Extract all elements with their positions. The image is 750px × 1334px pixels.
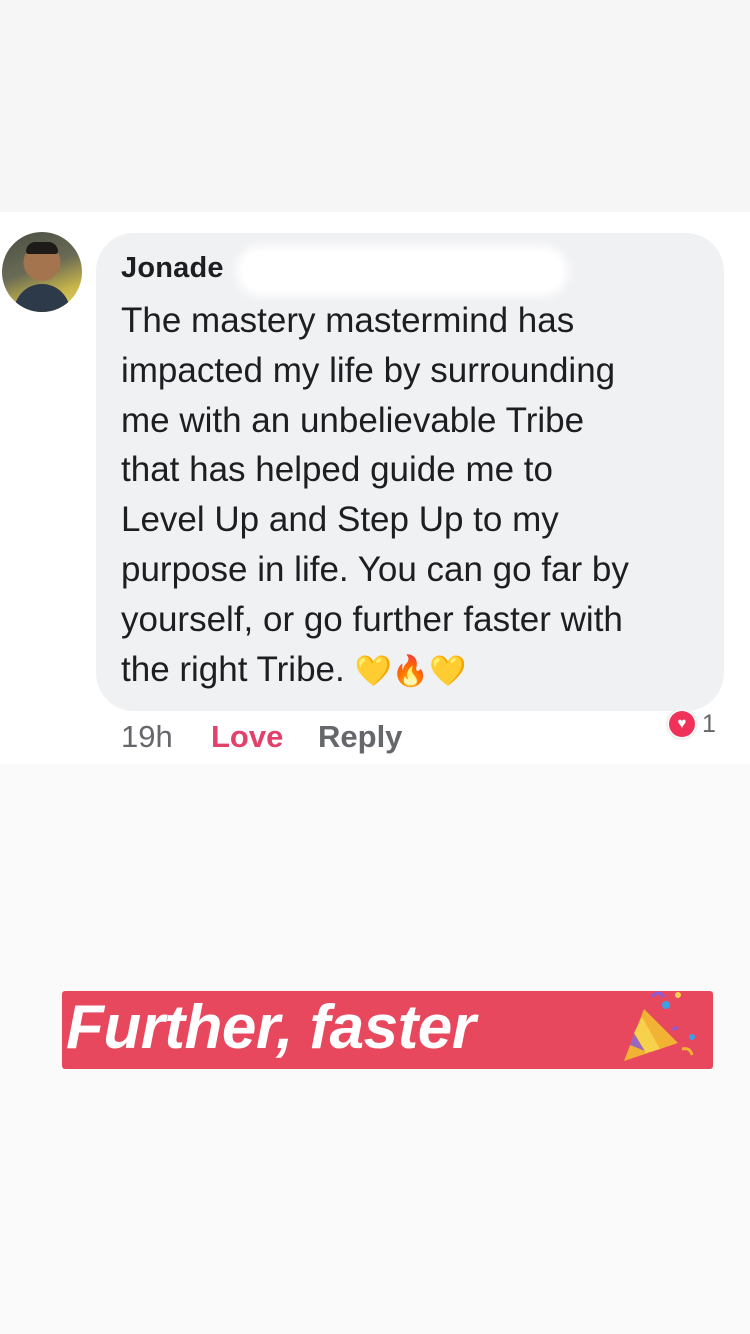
top-background: [0, 0, 750, 212]
party-popper-icon: [624, 991, 695, 1061]
reaction-count: 1: [702, 709, 716, 738]
comment-line: Level Up and Step Up to my: [121, 500, 559, 540]
avatar-hair: [26, 242, 58, 254]
comment-line: purpose in life. You can go far by: [121, 549, 629, 589]
reply-button[interactable]: Reply: [318, 719, 402, 755]
avatar[interactable]: [2, 232, 82, 312]
comment-line: that has helped guide me to: [121, 450, 553, 490]
heart-glyph: ♥: [669, 711, 695, 737]
yellow-heart-icon: 💛: [354, 653, 392, 689]
comment-line: yourself, or go further faster with: [121, 599, 623, 639]
reaction-summary[interactable]: ♥ 1: [666, 706, 716, 742]
fire-icon: 🔥: [391, 653, 430, 689]
heart-reaction-icon: ♥: [666, 708, 698, 740]
comment-last-line-text: the right Tribe.: [121, 649, 345, 689]
redaction-mark: [242, 252, 562, 290]
comment-body: The mastery mastermind has impacted my l…: [121, 296, 711, 696]
love-button[interactable]: Love: [211, 719, 283, 755]
comment-timestamp[interactable]: 19h: [121, 719, 173, 755]
comment-line: The mastery mastermind has: [121, 301, 575, 340]
comment-last-line: the right Tribe. 💛🔥💛: [121, 645, 711, 697]
comment-line: impacted my life by surrounding: [121, 350, 616, 390]
yellow-heart-icon: 💛: [429, 653, 467, 689]
author-name[interactable]: Jonade: [121, 252, 224, 285]
avatar-shirt: [14, 284, 70, 312]
caption-text: Further, faster: [66, 993, 476, 1062]
comment-line: me with an unbelievable Tribe: [121, 400, 585, 440]
